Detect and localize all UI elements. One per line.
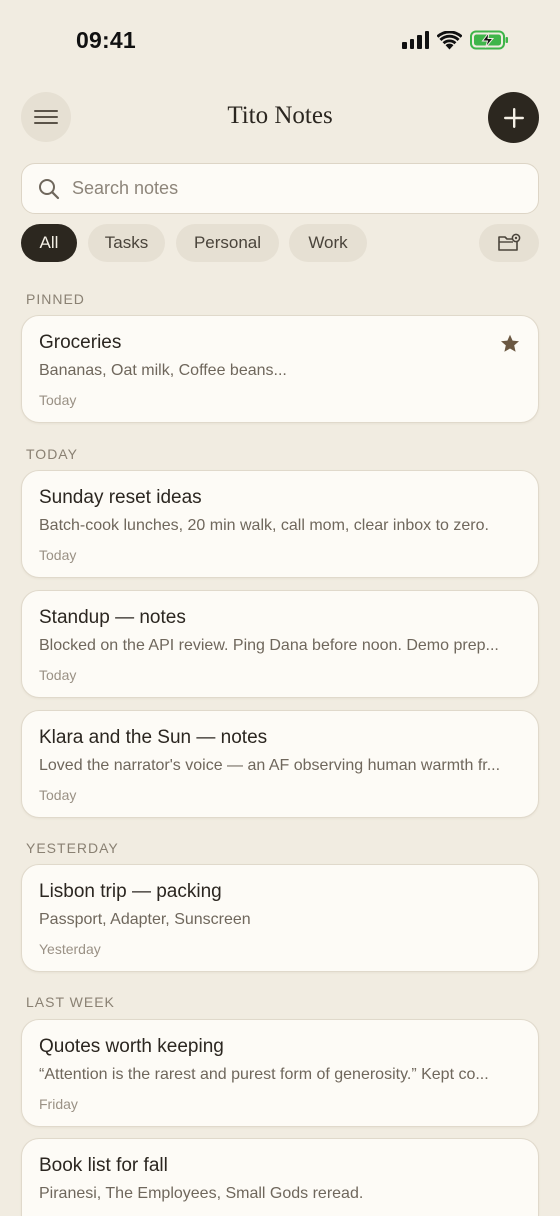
add-note-button[interactable] (488, 92, 539, 143)
note-title: Klara and the Sun — notes (39, 727, 268, 748)
note-title: Sunday reset ideas (39, 487, 202, 508)
note-preview: Bananas, Oat milk, Coffee beans... (39, 362, 287, 379)
app-header: Tito Notes (0, 88, 560, 146)
folder-settings-button[interactable] (479, 224, 539, 262)
section-label-yesterday: YESTERDAY (26, 840, 119, 856)
note-card[interactable]: Klara and the Sun — notes Loved the narr… (21, 710, 539, 818)
plus-icon (503, 107, 524, 128)
filter-chip-personal[interactable]: Personal (176, 224, 279, 262)
filter-chip-work[interactable]: Work (289, 224, 367, 262)
note-date: Today (39, 392, 77, 408)
filter-bar: All Tasks Personal Work (21, 224, 539, 262)
note-date: Today (39, 547, 77, 563)
note-card[interactable]: Lisbon trip — packing Passport, Adapter,… (21, 864, 539, 972)
note-date: Today (39, 787, 77, 803)
section-label-last-week: LAST WEEK (26, 994, 115, 1010)
search-box (21, 163, 539, 214)
filter-chip-tasks[interactable]: Tasks (88, 224, 165, 262)
note-date: Today (39, 667, 77, 683)
search-input[interactable] (72, 178, 492, 199)
note-preview: Piranesi, The Employees, Small Gods rere… (39, 1185, 364, 1202)
note-card[interactable]: Sunday reset ideas Batch-cook lunches, 2… (21, 470, 539, 578)
note-date: Yesterday (39, 941, 101, 957)
note-title: Quotes worth keeping (39, 1036, 224, 1057)
note-title: Lisbon trip — packing (39, 881, 222, 902)
page-title: Tito Notes (227, 102, 333, 129)
note-title: Book list for fall (39, 1155, 168, 1176)
star-icon[interactable] (500, 334, 520, 353)
note-preview: Loved the narrator's voice — an AF obser… (39, 757, 501, 774)
note-date: Friday (39, 1096, 78, 1112)
note-card[interactable]: Groceries Bananas, Oat milk, Coffee bean… (21, 315, 539, 423)
section-label-pinned: PINNED (26, 291, 85, 307)
search-icon (39, 178, 60, 199)
wifi-icon (437, 30, 462, 50)
note-preview: Blocked on the API review. Ping Dana bef… (39, 637, 499, 654)
filter-chip-all[interactable]: All (21, 224, 77, 262)
note-card[interactable]: Quotes worth keeping “Attention is the r… (21, 1019, 539, 1127)
note-card[interactable]: Standup — notes Blocked on the API revie… (21, 590, 539, 698)
note-preview: Batch-cook lunches, 20 min walk, call mo… (39, 517, 489, 534)
cellular-signal-icon (402, 31, 429, 49)
note-preview: “Attention is the rarest and purest form… (39, 1066, 489, 1083)
section-label-today: TODAY (26, 446, 78, 462)
note-title: Groceries (39, 332, 122, 353)
status-icons (402, 30, 510, 50)
note-title: Standup — notes (39, 607, 186, 628)
note-preview: Passport, Adapter, Sunscreen (39, 911, 251, 928)
note-card[interactable]: Book list for fall Piranesi, The Employe… (21, 1138, 539, 1216)
folder-settings-icon (498, 233, 521, 251)
battery-charging-icon (470, 30, 510, 50)
status-time: 09:41 (76, 27, 136, 53)
status-bar: 09:41 (0, 0, 560, 84)
